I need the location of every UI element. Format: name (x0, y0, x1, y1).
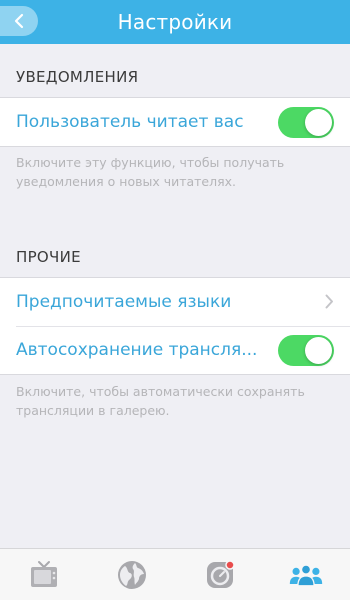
chevron-left-icon (14, 13, 24, 29)
people-icon (289, 564, 323, 587)
navigation-bar: Настройки (0, 0, 350, 44)
section-header-notifications: УВЕДОМЛЕНИЯ (16, 68, 139, 86)
section-header-other: ПРОЧИЕ (16, 248, 81, 266)
tab-tv[interactable] (26, 557, 62, 593)
autosave-broadcast-row: Автосохранение трансля... (0, 326, 350, 374)
preferred-languages-label: Предпочитаемые языки (16, 292, 232, 312)
notifications-group: Пользователь читает вас (0, 97, 350, 147)
tv-icon (31, 561, 57, 587)
tab-globe[interactable] (114, 557, 150, 593)
chevron-right-icon (325, 294, 333, 309)
camera-record-icon (207, 560, 235, 588)
globe-icon (118, 561, 146, 589)
autosave-footnote: Включите, чтобы автоматически сохранять … (16, 384, 305, 418)
tab-record[interactable] (202, 557, 238, 593)
back-button[interactable] (0, 6, 38, 36)
page-title: Настройки (117, 10, 233, 34)
tab-bar (0, 548, 350, 600)
preferred-languages-row[interactable]: Предпочитаемые языки (0, 278, 350, 326)
autosave-broadcast-toggle[interactable] (278, 335, 334, 366)
other-group: Предпочитаемые языки Автосохранение тран… (0, 277, 350, 375)
follower-notification-label: Пользователь читает вас (16, 112, 244, 132)
tab-people[interactable] (288, 557, 324, 593)
notifications-footnote: Включите эту функцию, чтобы получать уве… (16, 155, 285, 189)
toggle-knob (305, 337, 332, 364)
autosave-broadcast-label: Автосохранение трансля... (16, 340, 258, 360)
follower-notification-toggle[interactable] (278, 107, 334, 138)
toggle-knob (305, 109, 332, 136)
follower-notification-row: Пользователь читает вас (0, 98, 350, 146)
